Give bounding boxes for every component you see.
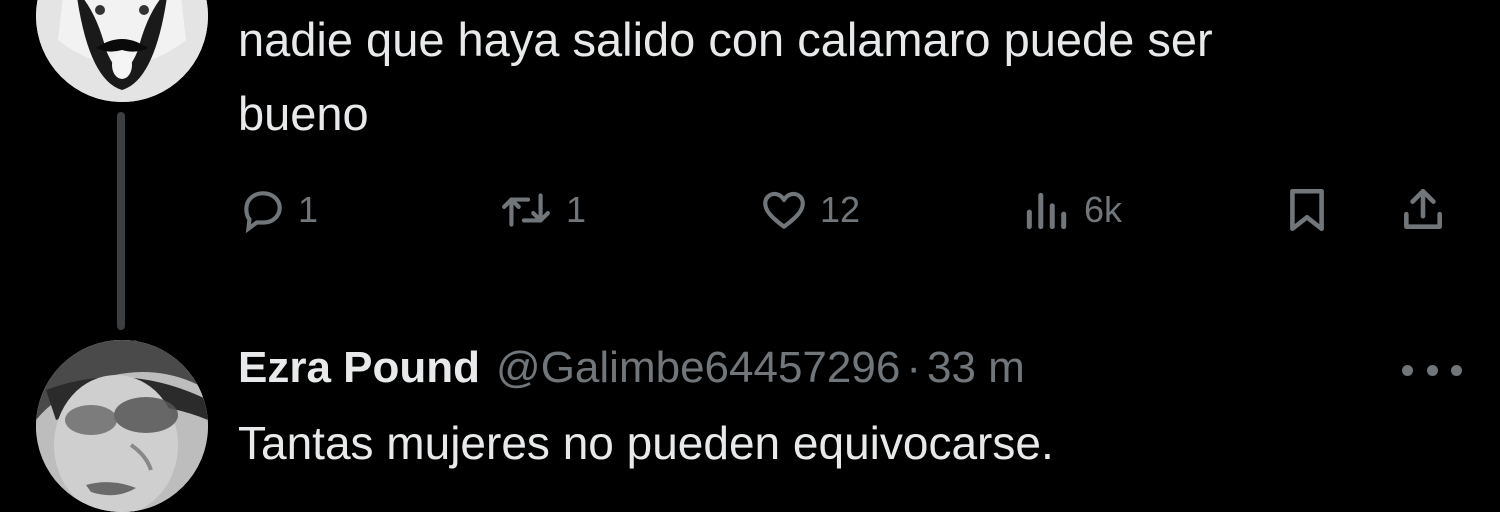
heart-icon xyxy=(763,191,805,229)
tweet-timestamp[interactable]: 33 m xyxy=(927,343,1025,393)
retweet-count: 1 xyxy=(566,189,587,230)
more-options-button[interactable] xyxy=(1402,350,1462,390)
avatar-face-mustache xyxy=(36,0,208,102)
more-icon xyxy=(1402,364,1413,376)
like-count: 12 xyxy=(820,189,861,230)
reply-button[interactable]: 1 xyxy=(238,180,318,240)
retweet-button[interactable]: 1 xyxy=(496,180,586,240)
bookmark-button[interactable] xyxy=(1282,180,1332,240)
avatar-reply-author[interactable] xyxy=(36,340,208,512)
header-separator: · xyxy=(906,343,921,392)
bookmark-icon xyxy=(1290,188,1324,232)
more-icon-dot xyxy=(1451,364,1462,376)
like-button[interactable]: 12 xyxy=(758,180,860,240)
avatar-parent-author[interactable] xyxy=(36,0,208,102)
views-icon xyxy=(1026,192,1067,230)
reply-count: 1 xyxy=(298,189,319,230)
retweet-icon xyxy=(502,193,550,227)
avatar-face-sunglasses xyxy=(36,340,208,512)
views-button[interactable]: 6k xyxy=(1018,180,1122,240)
thread-connector-line xyxy=(117,112,125,330)
author-handle[interactable]: @Galimbe64457296 xyxy=(496,343,900,393)
author-name[interactable]: Ezra Pound xyxy=(238,343,480,393)
reply-tweet-header: Ezra Pound @Galimbe64457296 · 33 m xyxy=(238,336,1025,400)
views-count: 6k xyxy=(1084,189,1123,230)
more-icon-dot xyxy=(1426,364,1438,376)
share-button[interactable] xyxy=(1398,180,1448,240)
parent-tweet-text-line-2: bueno xyxy=(238,87,369,140)
parent-tweet-text-line-1: nadie que haya salido con calamaro puede… xyxy=(238,13,1213,66)
reply-tweet-text: Tantas mujeres no pueden equivocarse. xyxy=(238,417,1054,469)
reply-icon xyxy=(244,191,282,234)
share-icon xyxy=(1404,188,1442,229)
